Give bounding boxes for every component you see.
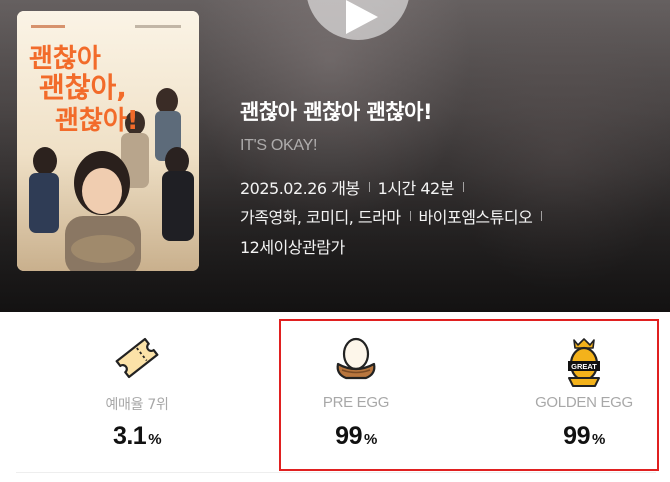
pre-egg-label: PRE EGG <box>322 394 390 411</box>
divider <box>368 182 370 192</box>
golden-egg-value: 99% <box>563 422 605 450</box>
poster-title-line-3: 괜찮아! <box>55 106 139 136</box>
play-trailer-button[interactable] <box>306 0 410 40</box>
distributor: 바이포엠스튜디오 <box>418 208 533 227</box>
divider <box>16 472 656 473</box>
divider <box>541 211 543 221</box>
egg-nest-icon <box>332 334 380 388</box>
divider <box>462 182 464 192</box>
genres: 가족영화, 코미디, 드라마 <box>240 208 401 227</box>
pre-egg-value: 99% <box>335 422 377 450</box>
poster-title-line-1: 괜찮아 <box>29 44 101 74</box>
runtime: 1시간 42분 <box>377 179 455 198</box>
release-date: 2025.02.26 개봉 <box>240 179 360 198</box>
genre-info-line: 가족영화, 코미디, 드라마 바이포엠스튜디오 <box>240 204 550 228</box>
play-icon <box>346 0 378 34</box>
movie-title[interactable]: 괜찮아 괜찮아 괜찮아! <box>240 96 433 126</box>
rating-info-line: 12세이상관람가 <box>240 234 345 258</box>
age-rating: 12세이상관람가 <box>240 238 345 257</box>
pre-egg-stat[interactable]: PRE EGG 99% <box>256 312 456 482</box>
golden-egg-icon: GREAT <box>560 334 608 394</box>
golden-egg-stat[interactable]: GREAT GOLDEN EGG 99% <box>484 312 670 482</box>
release-info-line: 2025.02.26 개봉 1시간 42분 <box>240 175 472 199</box>
booking-rate-value: 3.1% <box>112 422 162 450</box>
movie-stats-bar: 예매율 7위 3.1% PRE EGG 99% GREAT GOLDEN EGG… <box>0 312 670 482</box>
divider <box>409 211 411 221</box>
booking-rank-label: 예매율 7위 <box>105 397 169 413</box>
movie-poster[interactable]: 괜찮아 괜찮아, 괜찮아! <box>17 11 199 271</box>
movie-english-title: IT'S OKAY! <box>240 137 318 154</box>
great-badge: GREAT <box>571 362 597 371</box>
golden-egg-label: GOLDEN EGG <box>535 394 633 411</box>
poster-title-line-2: 괜찮아, <box>39 71 127 104</box>
movie-hero: 괜찮아 괜찮아, 괜찮아! 괜찮아 괜찮아 괜찮아! IT'S OKAY! 20… <box>0 0 670 312</box>
ticket-icon <box>111 334 163 386</box>
booking-rate-stat[interactable]: 예매율 7위 3.1% <box>37 312 237 482</box>
